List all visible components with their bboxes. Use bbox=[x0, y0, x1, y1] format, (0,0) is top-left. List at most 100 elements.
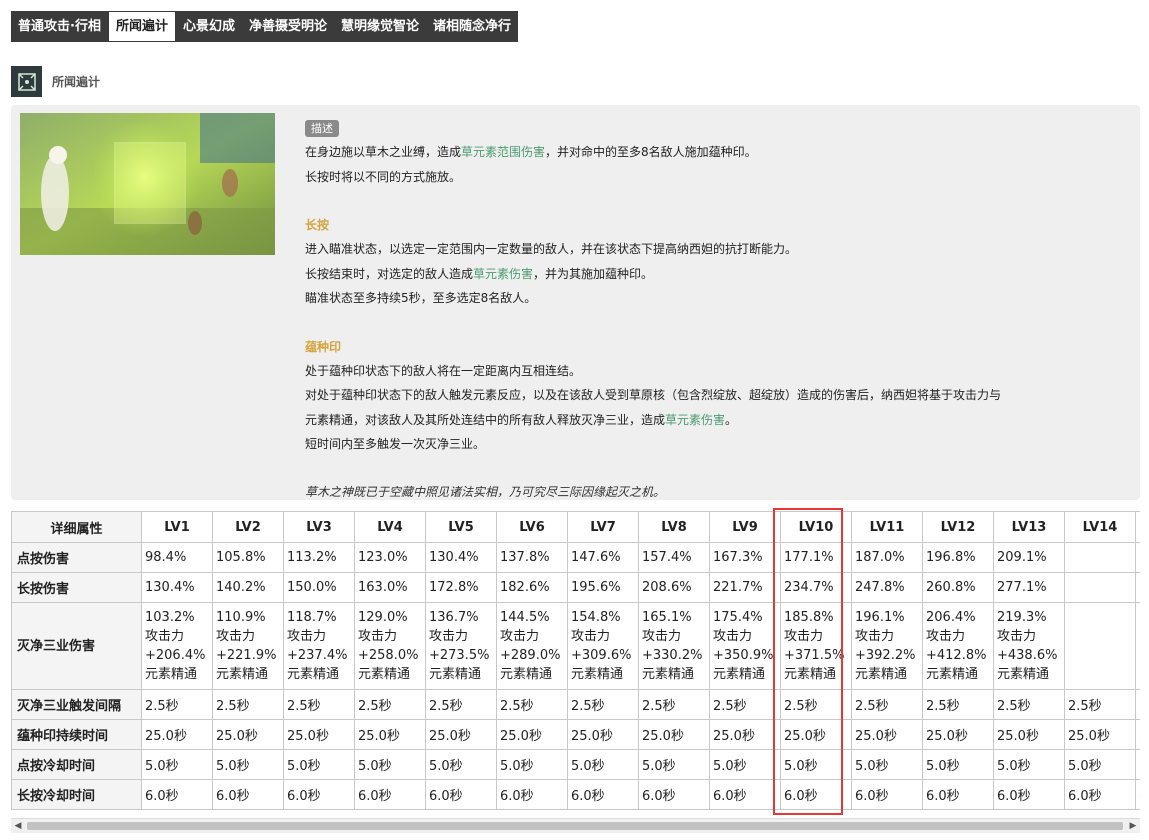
table-cell: 277.1% bbox=[993, 572, 1065, 603]
cell-line: 118.7% bbox=[287, 610, 337, 625]
tab-elemental-skill[interactable]: 所闻遍计 bbox=[107, 11, 176, 42]
table-row: 长按伤害 130.4% 140.2% 150.0% 163.0% 172.8% 182.6%… bbox=[11, 572, 1140, 603]
cell-line: 129.0% bbox=[358, 610, 408, 625]
table-cell: 2.5秒 bbox=[780, 689, 852, 720]
level-header-lv15: LV15 bbox=[1135, 511, 1140, 543]
table-cell: 2.5秒 bbox=[638, 689, 710, 720]
table-row: 灭净三业伤害 103.2% 攻击力 +206.4% 元素精通 110.9% 攻击力 +221.… bbox=[11, 602, 1140, 690]
cell-line: +309.6% bbox=[571, 648, 632, 663]
level-header-lv1: LV1 bbox=[141, 511, 213, 543]
cell-line: 元素精通 bbox=[500, 667, 553, 682]
cell-line: 196.1% bbox=[855, 610, 905, 625]
table-cell: 219.3% 攻击力 +438.6% 元素精通 bbox=[993, 602, 1065, 690]
table-cell: 6.0秒 bbox=[1064, 779, 1136, 810]
skill-description: 描述 在身边施以草木之业缚，造成草元素范围伤害，并对命中的至多8名敌人施加蕴种印… bbox=[305, 116, 1135, 505]
cell-line: 元素精通 bbox=[429, 667, 482, 682]
table-cell: 140.2% bbox=[212, 572, 284, 603]
table-cell: 6.0秒 bbox=[1135, 779, 1140, 810]
table-cell: 5.0秒 bbox=[283, 749, 355, 780]
cell-line: 元素精通 bbox=[571, 667, 624, 682]
cell-line: +289.0% bbox=[500, 648, 561, 663]
cell-line: 元素精通 bbox=[784, 667, 837, 682]
table-cell: 25.0秒 bbox=[851, 719, 923, 750]
table-cell: 5.0秒 bbox=[1064, 749, 1136, 780]
table-cell: 5.0秒 bbox=[567, 749, 639, 780]
row-label: 灭净三业触发间隔 bbox=[11, 689, 142, 720]
table-cell: 6.0秒 bbox=[780, 779, 852, 810]
cell-line: 攻击力 bbox=[216, 629, 256, 644]
cell-line: 元素精通 bbox=[642, 667, 695, 682]
cell-line: 元素精通 bbox=[926, 667, 979, 682]
cell-line: 攻击力 bbox=[358, 629, 398, 644]
table-cell: 247.8% bbox=[851, 572, 923, 603]
level-header-lv5: LV5 bbox=[425, 511, 497, 543]
level-header-lv4: LV4 bbox=[354, 511, 426, 543]
cell-line: 攻击力 bbox=[784, 629, 824, 644]
table-cell: 6.0秒 bbox=[354, 779, 426, 810]
table-cell: 25.0秒 bbox=[993, 719, 1065, 750]
cell-line: +412.8% bbox=[926, 648, 987, 663]
cell-line: 144.5% bbox=[500, 610, 550, 625]
level-header-lv10: LV10 bbox=[780, 511, 852, 543]
table-cell: 165.1% 攻击力 +330.2% 元素精通 bbox=[638, 602, 710, 690]
table-cell: 2.5秒 bbox=[922, 689, 994, 720]
skill-description-panel: 描述 在身边施以草木之业缚，造成草元素范围伤害，并对命中的至多8名敌人施加蕴种印… bbox=[11, 105, 1140, 500]
row-label: 蕴种印持续时间 bbox=[11, 719, 142, 750]
cell-line: +438.6% bbox=[997, 648, 1058, 663]
table-cell: 6.0秒 bbox=[425, 779, 497, 810]
table-cell: 150.0% bbox=[283, 572, 355, 603]
cell-line: 攻击力 bbox=[571, 629, 611, 644]
table-cell: 137.8% bbox=[496, 542, 568, 573]
scrollbar-thumb[interactable] bbox=[27, 822, 1123, 830]
table-cell: 5.0秒 bbox=[709, 749, 781, 780]
table-cell: 6.0秒 bbox=[709, 779, 781, 810]
tab-normal-attack[interactable]: 普通攻击·行相 bbox=[11, 11, 108, 42]
cell-line: 元素精通 bbox=[145, 667, 198, 682]
desc-highlight: 草元素范围伤害 bbox=[461, 145, 546, 160]
table-cell: 154.8% 攻击力 +309.6% 元素精通 bbox=[567, 602, 639, 690]
cell-line: 103.2% bbox=[145, 610, 195, 625]
cell-line: 元素精通 bbox=[216, 667, 269, 682]
level-header-lv13: LV13 bbox=[993, 511, 1065, 543]
desc-text: 短时间内至多触发一次灭净三业。 bbox=[305, 436, 486, 451]
talent-scaling-table[interactable]: 详细属性 LV1 LV2 LV3 LV4 LV5 LV6 LV7 LV8 LV9 LV10 LV11 L… bbox=[11, 511, 1140, 817]
table-cell: 234.7% bbox=[780, 572, 852, 603]
table-cell: 110.9% 攻击力 +221.9% 元素精通 bbox=[212, 602, 284, 690]
row-label: 灭净三业伤害 bbox=[11, 602, 142, 690]
cell-line: +371.5% bbox=[784, 648, 845, 663]
level-header-lv7: LV7 bbox=[567, 511, 639, 543]
table-cell: 6.0秒 bbox=[922, 779, 994, 810]
cell-line: +273.5% bbox=[429, 648, 490, 663]
table-cell: 6.0秒 bbox=[141, 779, 213, 810]
table-cell: 175.4% 攻击力 +350.9% 元素精通 bbox=[709, 602, 781, 690]
horizontal-scrollbar[interactable]: ◀ ▶ bbox=[11, 818, 1140, 833]
desc-text: 长按结束时，对选定的敌人造成 bbox=[305, 266, 474, 281]
table-row: 长按冷却时间 6.0秒 6.0秒 6.0秒 6.0秒 6.0秒 6.0秒 6.0秒 6.0秒 6.… bbox=[11, 779, 1140, 810]
table-cell: 2.5秒 bbox=[567, 689, 639, 720]
table-cell: 260.8% bbox=[922, 572, 994, 603]
scroll-right-arrow-icon[interactable]: ▶ bbox=[1126, 819, 1140, 833]
table-cell: 5.0秒 bbox=[922, 749, 994, 780]
table-cell: 221.7% bbox=[709, 572, 781, 603]
cell-line: 185.8% bbox=[784, 610, 834, 625]
table-cell bbox=[1135, 572, 1140, 603]
cell-line: 攻击力 bbox=[500, 629, 540, 644]
table-cell: 6.0秒 bbox=[567, 779, 639, 810]
desc-text: 瞄准状态至多持续5秒，至多选定8名敌人。 bbox=[305, 291, 537, 306]
tab-elemental-burst[interactable]: 心景幻成 bbox=[176, 11, 242, 42]
level-header-lv3: LV3 bbox=[283, 511, 355, 543]
table-cell: 206.4% 攻击力 +412.8% 元素精通 bbox=[922, 602, 994, 690]
table-cell: 182.6% bbox=[496, 572, 568, 603]
tab-passive-3[interactable]: 诸相随念净行 bbox=[426, 11, 518, 42]
tab-passive-1[interactable]: 净善摄受明论 bbox=[242, 11, 334, 42]
skill-tab-bar: 普通攻击·行相 所闻遍计 心景幻成 净善摄受明论 慧明缘觉智论 诸相随念净行 bbox=[11, 11, 519, 42]
level-header-lv6: LV6 bbox=[496, 511, 568, 543]
table-cell: 6.0秒 bbox=[212, 779, 284, 810]
scroll-left-arrow-icon[interactable]: ◀ bbox=[11, 819, 25, 833]
table-cell: 25.0秒 bbox=[922, 719, 994, 750]
table-cell: 25.0秒 bbox=[567, 719, 639, 750]
table-cell: 5.0秒 bbox=[496, 749, 568, 780]
tab-passive-2[interactable]: 慧明缘觉智论 bbox=[334, 11, 426, 42]
cell-line: +258.0% bbox=[358, 648, 419, 663]
table-cell: 136.7% 攻击力 +273.5% 元素精通 bbox=[425, 602, 497, 690]
